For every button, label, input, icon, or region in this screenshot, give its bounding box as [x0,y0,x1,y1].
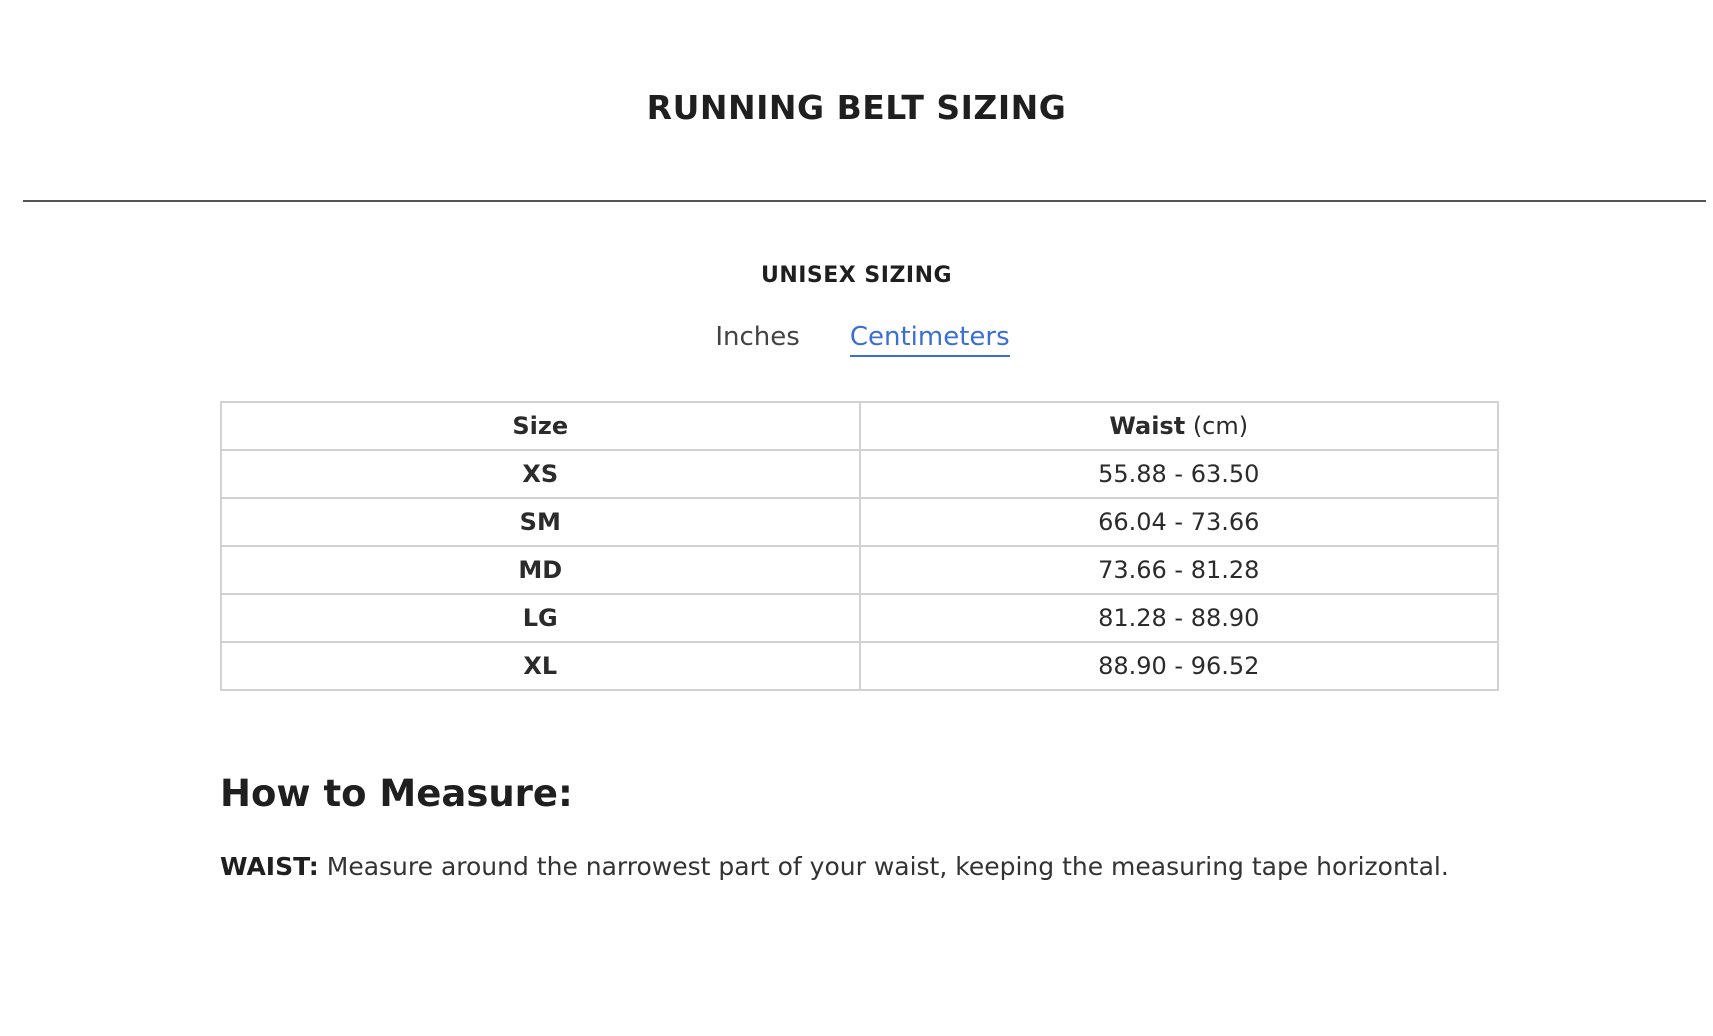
waist-cell: 55.88 - 63.50 [858,449,1499,499]
column-header-size-label: Size [512,412,569,440]
waist-cell: 73.66 - 81.28 [858,545,1499,595]
size-cell: XS [220,449,861,499]
size-table: Size Waist (cm) XS 55.88 - 63.50 SM 66.0… [220,401,1499,691]
section-title: UNISEX SIZING [760,263,953,288]
column-header-waist-unit: (cm) [1192,412,1249,440]
tab-centimeters[interactable]: Centimeters [849,322,1010,357]
table-row: MD 73.66 - 81.28 [220,545,1499,595]
waist-cell: 66.04 - 73.66 [858,497,1499,547]
waist-cell: 88.90 - 96.52 [858,641,1499,691]
waist-cell: 81.28 - 88.90 [858,593,1499,643]
tab-inches[interactable]: Inches [715,322,799,357]
unit-tabs: Inches Centimeters [0,322,1713,357]
column-header-size: Size [220,401,861,451]
waist-instruction-label: WAIST: [220,852,319,881]
divider [23,200,1706,202]
column-header-waist: Waist (cm) [858,401,1499,451]
table-header-row: Size Waist (cm) [220,401,1499,451]
table-row: XS 55.88 - 63.50 [220,449,1499,499]
column-header-waist-label: Waist [1109,412,1186,440]
size-cell: SM [220,497,861,547]
size-cell: LG [220,593,861,643]
how-to-measure-heading: How to Measure: [220,772,573,815]
page-title: RUNNING BELT SIZING [646,88,1067,127]
table-row: SM 66.04 - 73.66 [220,497,1499,547]
table-row: XL 88.90 - 96.52 [220,641,1499,691]
table-row: LG 81.28 - 88.90 [220,593,1499,643]
waist-instruction: WAIST: Measure around the narrowest part… [220,852,1449,881]
size-cell: XL [220,641,861,691]
waist-instruction-text: Measure around the narrowest part of you… [326,852,1449,881]
size-cell: MD [220,545,861,595]
